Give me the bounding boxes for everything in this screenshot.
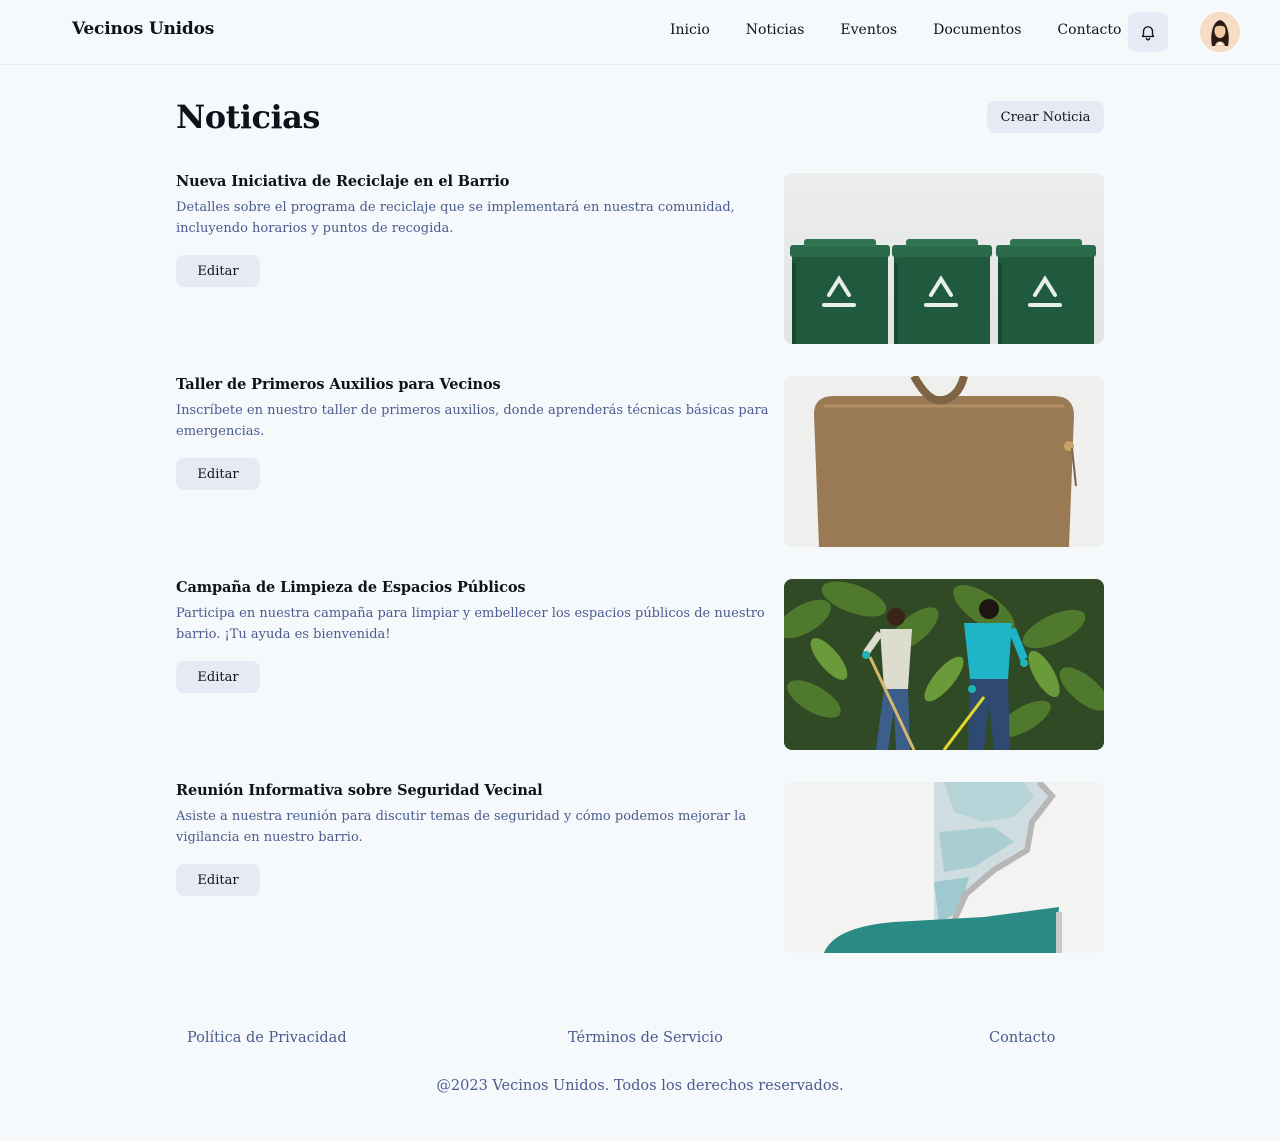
page-title: Noticias xyxy=(176,98,320,136)
news-description: Detalles sobre el programa de reciclaje … xyxy=(176,200,735,236)
news-item: Campaña de Limpieza de Espacios Públicos… xyxy=(176,579,1104,750)
footer-link-privacy[interactable]: Política de Privacidad xyxy=(187,1030,347,1046)
footer-link-contact[interactable]: Contacto xyxy=(989,1030,1055,1046)
news-title: Taller de Primeros Auxilios para Vecinos xyxy=(176,376,501,393)
news-description: Asiste a nuestra reunión para discutir t… xyxy=(176,809,747,845)
brand-name[interactable]: Vecinos Unidos xyxy=(72,19,214,39)
nav-link-noticias[interactable]: Noticias xyxy=(746,22,805,38)
news-description: Inscríbete en nuestro taller de primeros… xyxy=(176,403,769,439)
footer-link-terms[interactable]: Términos de Servicio xyxy=(568,1030,723,1046)
news-title: Reunión Informativa sobre Seguridad Veci… xyxy=(176,782,543,799)
news-description: Participa en nuestra campaña para limpia… xyxy=(176,606,765,642)
edit-button[interactable]: Editar xyxy=(176,458,260,490)
edit-button[interactable]: Editar xyxy=(176,255,260,287)
main-nav: Inicio Noticias Eventos Documentos Conta… xyxy=(670,22,1157,38)
news-item: Nueva Iniciativa de Reciclaje en el Barr… xyxy=(176,173,1104,344)
news-image-first-aid-bag xyxy=(784,376,1104,547)
user-avatar[interactable] xyxy=(1200,12,1240,52)
news-image-abstract-map xyxy=(784,782,1104,953)
news-image-cleanup-volunteers xyxy=(784,579,1104,750)
nav-link-eventos[interactable]: Eventos xyxy=(840,22,897,38)
edit-button[interactable]: Editar xyxy=(176,661,260,693)
avatar-icon xyxy=(1200,12,1240,52)
create-news-button[interactable]: Crear Noticia xyxy=(987,101,1104,133)
news-title: Nueva Iniciativa de Reciclaje en el Barr… xyxy=(176,173,510,190)
top-navigation-bar: Vecinos Unidos Inicio Noticias Eventos D… xyxy=(0,0,1280,65)
edit-button[interactable]: Editar xyxy=(176,864,260,896)
notifications-button[interactable] xyxy=(1128,12,1168,52)
news-item: Reunión Informativa sobre Seguridad Veci… xyxy=(176,782,1104,953)
nav-link-inicio[interactable]: Inicio xyxy=(670,22,710,38)
news-item: Taller de Primeros Auxilios para Vecinos… xyxy=(176,376,1104,547)
nav-link-documentos[interactable]: Documentos xyxy=(933,22,1021,38)
bell-icon xyxy=(1141,26,1155,41)
copyright-text: @2023 Vecinos Unidos. Todos los derechos… xyxy=(436,1078,844,1094)
news-title: Campaña de Limpieza de Espacios Públicos xyxy=(176,579,526,596)
nav-link-contacto[interactable]: Contacto xyxy=(1057,22,1121,38)
news-image-recycling-bins xyxy=(784,173,1104,344)
